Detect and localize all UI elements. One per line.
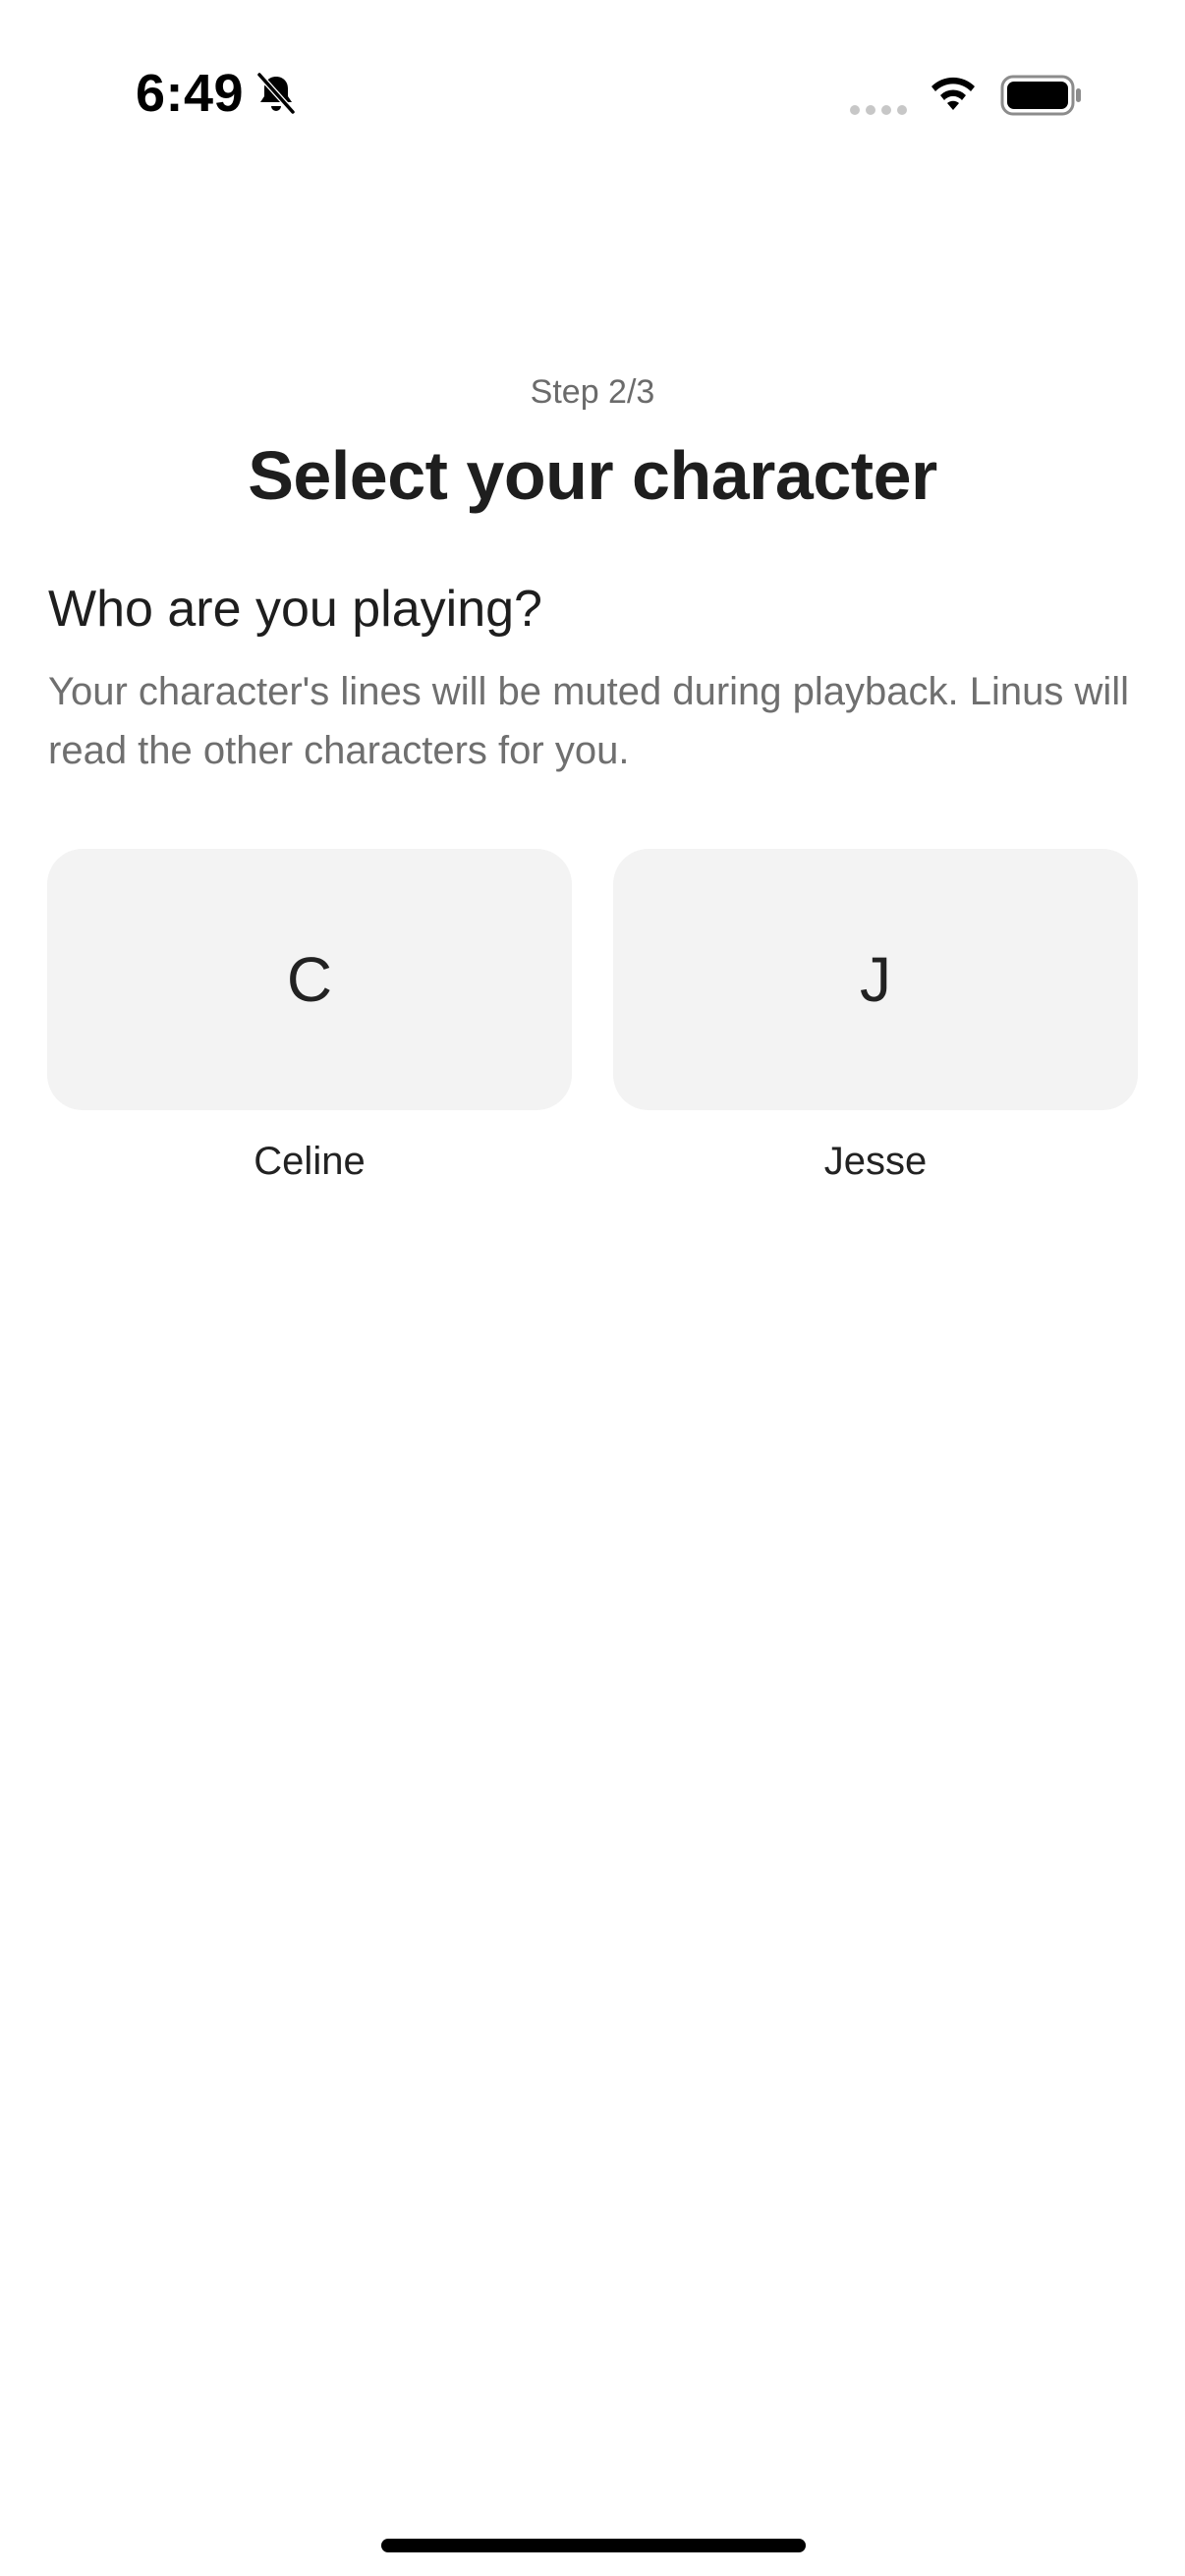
- bell-slash-icon: [256, 72, 296, 115]
- character-name[interactable]: Jesse: [613, 1140, 1138, 1184]
- wifi-icon: [931, 77, 975, 110]
- status-bar: 6:49: [0, 0, 1185, 187]
- character-name[interactable]: Celine: [47, 1140, 572, 1184]
- section-description: Your character's lines will be muted dur…: [48, 670, 1130, 772]
- step-indicator: Step 2/3: [530, 373, 655, 411]
- character-card-celine[interactable]: C: [47, 849, 572, 1110]
- status-time: 6:49: [136, 64, 245, 123]
- battery-icon: [1000, 75, 1081, 116]
- character-options: C Celine J Jesse: [47, 849, 1138, 1203]
- character-card-jesse[interactable]: J: [613, 849, 1138, 1110]
- character-initial: J: [860, 944, 891, 1015]
- signal-icon: [850, 105, 907, 115]
- page-title: Select your character: [248, 437, 937, 514]
- section-heading: Who are you playing?: [48, 581, 542, 638]
- home-indicator[interactable]: [381, 2539, 806, 2552]
- character-initial: C: [286, 944, 333, 1015]
